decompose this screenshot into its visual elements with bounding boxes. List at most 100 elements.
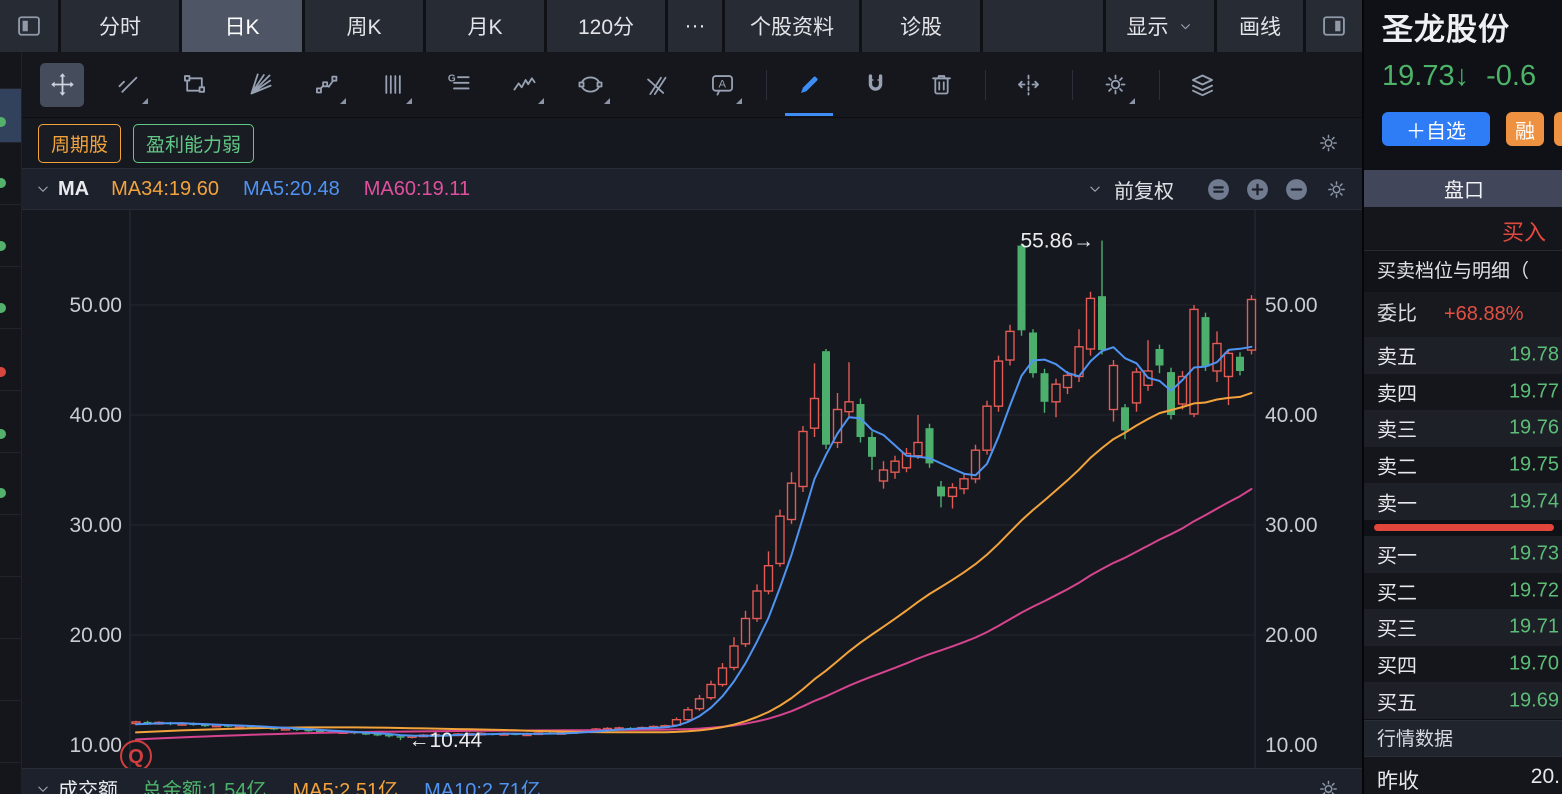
tab-5[interactable]: ···: [668, 0, 722, 52]
volume-settings-gear-icon[interactable]: [1317, 777, 1340, 794]
hsplit-tool-icon[interactable]: [1006, 63, 1050, 107]
strip-separator: [0, 390, 22, 391]
ma-value: MA5:20.48: [243, 178, 340, 200]
svg-text:30.00: 30.00: [1265, 514, 1318, 537]
margin-badge[interactable]: 融: [1506, 112, 1544, 146]
ma-settings-gear-icon[interactable]: [1325, 178, 1348, 201]
chevron-down-icon[interactable]: [34, 780, 52, 794]
tab-2[interactable]: 周K: [305, 0, 423, 52]
watchlist-change-dot: [0, 488, 6, 498]
bid-price: 19.73: [1509, 543, 1559, 566]
dropdown-caret: [406, 98, 412, 104]
bid-price: 19.69: [1509, 689, 1559, 712]
eraser-off-tool-icon[interactable]: [634, 63, 678, 107]
volume-value: 总金额:1.54亿: [142, 780, 266, 794]
zoom-out-button[interactable]: [1284, 177, 1309, 202]
ask-price: 19.75: [1509, 454, 1559, 477]
weibi-value: +68.88%: [1444, 292, 1524, 337]
ask-row[interactable]: 卖二19.75: [1364, 447, 1562, 484]
dropdown-caret: [604, 98, 610, 104]
display-menu[interactable]: 显示: [1106, 0, 1214, 52]
dropdown-caret: [538, 98, 544, 104]
trash-tool-icon[interactable]: [919, 63, 963, 107]
dropdown-caret: [1129, 98, 1135, 104]
gann-fan-tool-icon[interactable]: [238, 63, 282, 107]
tab-4[interactable]: 120分: [547, 0, 665, 52]
bid-row[interactable]: 买三19.71: [1364, 609, 1562, 646]
stock-tag[interactable]: 周期股: [38, 124, 121, 163]
volume-values: 总金额:1.54亿MA5:2.51亿MA10:2.71亿: [142, 774, 567, 794]
ask-price: 19.76: [1509, 417, 1559, 440]
ask-label: 卖五: [1377, 341, 1417, 370]
trendline-tool-icon[interactable]: [106, 63, 150, 107]
bid-row[interactable]: 买五19.69: [1364, 682, 1562, 719]
tab-6[interactable]: 个股资料: [725, 0, 859, 52]
ask-row[interactable]: 卖三 19.76: [1364, 410, 1562, 447]
wave-tool-icon[interactable]: [502, 63, 546, 107]
trading-app: 分时日K周K月K120分···个股资料诊股显示画线 GA 周期股盈利能力弱 MA…: [0, 0, 1562, 794]
volume-indicator-name[interactable]: 成交额: [58, 774, 118, 794]
gann-grid-tool-icon[interactable]: G: [436, 63, 480, 107]
bid-label: 买二: [1377, 576, 1417, 605]
panel-toggle-right-icon[interactable]: [1306, 0, 1362, 52]
svg-text:20.00: 20.00: [69, 624, 122, 647]
top-tab-bar: 分时日K周K月K120分···个股资料诊股 显示画线: [0, 0, 1362, 52]
drawing-toolbar: GA: [22, 52, 1362, 118]
candlestick-chart[interactable]: 50.0050.0040.0040.0030.0030.0020.0020.00…: [22, 210, 1362, 768]
volume-value: MA5:2.51亿: [292, 780, 398, 794]
rectangle-tool-icon[interactable]: [172, 63, 216, 107]
strip-separator: [0, 762, 22, 763]
ask-price: 19.74: [1509, 490, 1559, 513]
brush-tool-icon[interactable]: [787, 63, 831, 107]
settings-tool-icon[interactable]: [1093, 63, 1137, 107]
svg-text:40.00: 40.00: [69, 404, 122, 427]
svg-text:50.00: 50.00: [69, 294, 122, 317]
watchlist-selected-item[interactable]: [0, 88, 22, 142]
draw-line-button[interactable]: 画线: [1217, 0, 1303, 52]
text-label-tool-icon[interactable]: A: [700, 63, 744, 107]
ask-row[interactable]: 卖四19.77: [1364, 374, 1562, 411]
ask-price: 19.77: [1509, 380, 1559, 403]
ask-row[interactable]: 卖一19.74: [1364, 483, 1562, 520]
stock-tag[interactable]: 盈利能力弱: [133, 124, 254, 163]
svg-text:55.86→: 55.86→: [1020, 230, 1094, 253]
chevron-down-icon[interactable]: [34, 180, 52, 198]
add-watchlist-button[interactable]: ＋自选: [1382, 112, 1490, 146]
ellipse-tool-icon[interactable]: [568, 63, 612, 107]
adjust-mode-label[interactable]: 前复权: [1114, 175, 1174, 204]
move-tool-icon[interactable]: [40, 63, 84, 107]
tab-0[interactable]: 分时: [61, 0, 179, 52]
ask-label: 卖三: [1377, 414, 1417, 443]
ask-row[interactable]: 卖五 19.78: [1364, 337, 1562, 374]
tags-settings-gear-icon[interactable]: [1317, 132, 1340, 155]
tab-3[interactable]: 月K: [426, 0, 544, 52]
toolbar-separator: [1072, 70, 1073, 100]
zoom-in-button[interactable]: [1245, 177, 1270, 202]
tab-7[interactable]: 诊股: [862, 0, 980, 52]
svg-text:Q: Q: [128, 746, 144, 768]
buy-button[interactable]: 买入: [1502, 215, 1546, 247]
price-change: -0.6: [1486, 60, 1536, 92]
dropdown-caret: [340, 98, 346, 104]
chevron-down-icon[interactable]: [1086, 180, 1104, 198]
tab-pankou[interactable]: 盘口: [1364, 170, 1562, 207]
watchlist-mini-strip[interactable]: [0, 52, 22, 794]
stock-tags-row: 周期股盈利能力弱: [22, 118, 1362, 168]
panel-toggle-left-icon[interactable]: [0, 0, 58, 52]
ma-value: MA60:19.11: [364, 178, 470, 200]
magnet-tool-icon[interactable]: [853, 63, 897, 107]
indicator-name[interactable]: MA: [58, 178, 89, 201]
ask-price: 19.78: [1509, 344, 1559, 367]
clipped-badge[interactable]: [1554, 112, 1562, 146]
bid-row[interactable]: 买一19.73: [1364, 536, 1562, 573]
stock-name: 圣龙股份: [1382, 4, 1510, 49]
layers-tool-icon[interactable]: [1180, 63, 1224, 107]
strip-separator: [0, 700, 22, 701]
tab-1[interactable]: 日K: [182, 0, 302, 52]
bid-row[interactable]: 买二19.72: [1364, 573, 1562, 610]
bid-row[interactable]: 买四19.70: [1364, 646, 1562, 683]
weibi-label: 委比: [1377, 292, 1417, 337]
vertical-lines-tool-icon[interactable]: [370, 63, 414, 107]
polyline-tool-icon[interactable]: [304, 63, 348, 107]
zoom-reset-button[interactable]: [1206, 177, 1231, 202]
